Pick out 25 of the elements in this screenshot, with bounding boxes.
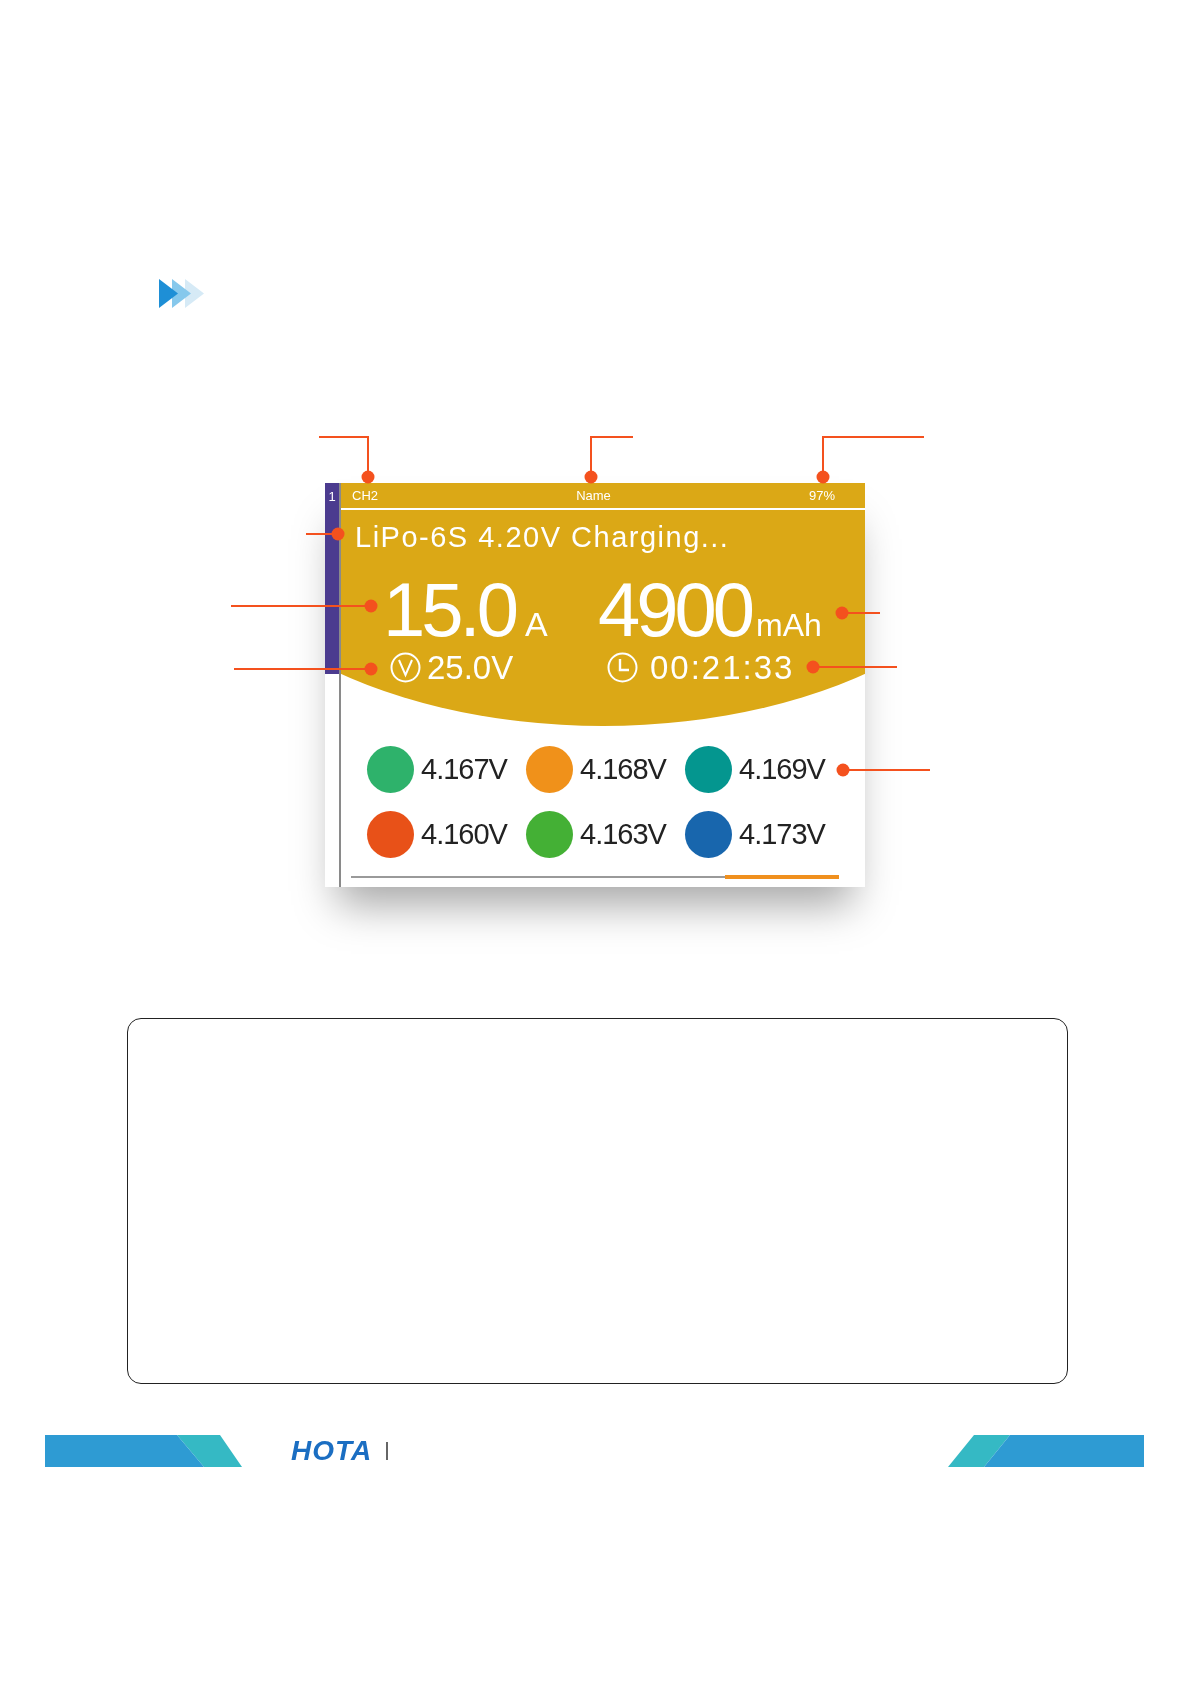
leader-line [584,436,634,484]
current-value: 15.0 [383,572,515,648]
name-label: Name [576,486,611,505]
percent-label: 97% [808,486,835,505]
clock-icon [607,651,638,683]
capacity-value: 4900 [598,572,752,648]
status-text: LiPo-6S 4.20V Charging... [355,523,730,552]
elapsed-time: 00:21:33 [650,650,795,684]
cell-voltage: 4.173V [739,820,825,849]
slot-number: 1 [325,483,339,674]
channel-label: CH2 [352,486,378,505]
current-unit: A [524,607,548,641]
leader-line [305,527,345,541]
cell-voltage: 4.168V [580,755,666,784]
cell-voltage: 4.169V [739,755,825,784]
cell-voltage: 4.160V [421,820,507,849]
logo: HOTA [291,1437,373,1465]
leader-line [835,606,881,620]
leader-line [318,436,375,484]
capacity-unit: mAh [756,609,822,641]
voltage-value: 25.0V [427,650,514,684]
cell-voltage: 4.167V [421,755,507,784]
v-circle-icon [390,651,421,683]
cell-voltage: 4.163V [580,820,666,849]
forward-arrows-icon [159,279,204,308]
